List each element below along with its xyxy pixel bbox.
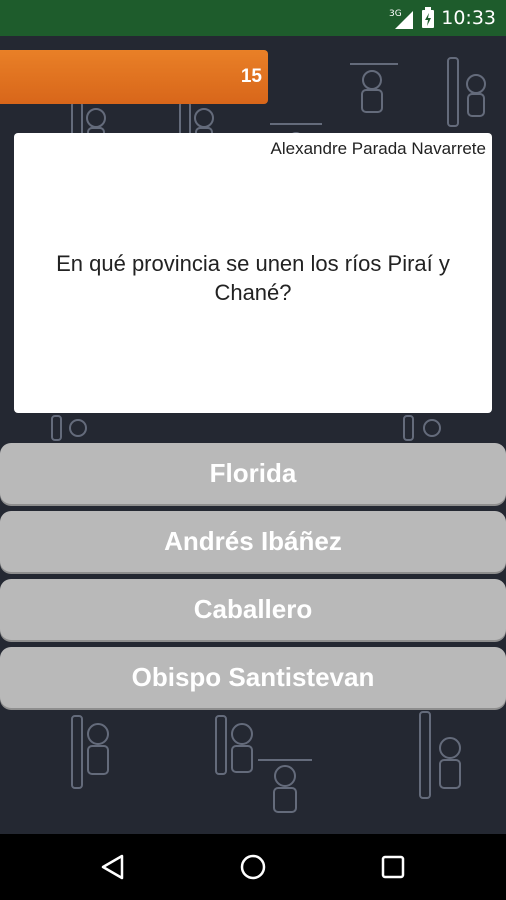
- battery-icon: [422, 7, 435, 28]
- figure-doodle-6: [51, 415, 87, 441]
- timer-bar: 15: [0, 50, 268, 104]
- figure-doodle-8: [71, 715, 109, 789]
- question-card: Alexandre Parada Navarrete En qué provin…: [14, 133, 492, 413]
- question-author: Alexandre Parada Navarrete: [270, 139, 486, 158]
- figure-doodle-4: [447, 57, 486, 127]
- signal-icon: 3G: [389, 9, 414, 29]
- figure-doodle-7: [403, 415, 441, 441]
- recents-icon[interactable]: [378, 852, 408, 882]
- status-bar: 3G 10:33: [0, 0, 506, 36]
- status-icons: 3G 10:33: [389, 0, 496, 36]
- answer-button-4[interactable]: Obispo Santistevan: [0, 647, 506, 708]
- answer-button-3[interactable]: Caballero: [0, 579, 506, 640]
- question-text: En qué provincia se unen los ríos Piraí …: [56, 251, 450, 305]
- answer-button-2[interactable]: Andrés Ibáñez: [0, 511, 506, 572]
- network-type-label: 3G: [389, 9, 402, 19]
- figure-doodle-11: [419, 711, 461, 799]
- timer-value: 15: [240, 66, 262, 87]
- figure-doodle-3: [350, 63, 398, 113]
- navigation-bar: [0, 834, 506, 900]
- figure-doodle-9: [215, 715, 253, 775]
- back-icon[interactable]: [98, 852, 128, 882]
- figure-doodle-10: [258, 759, 312, 813]
- status-time: 10:33: [441, 7, 496, 29]
- home-icon[interactable]: [238, 852, 268, 882]
- answer-button-1[interactable]: Florida: [0, 443, 506, 504]
